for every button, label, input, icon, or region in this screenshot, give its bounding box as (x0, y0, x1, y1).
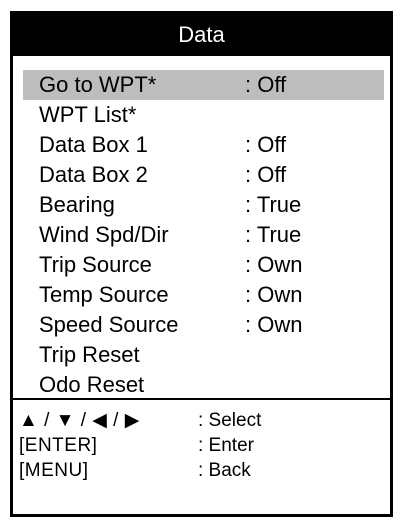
menu-item-trip-reset[interactable]: Trip Reset (23, 340, 384, 370)
menu-item-value: : Own (245, 282, 303, 307)
menu-item-data-box-1[interactable]: Data Box 1 : Off (23, 130, 384, 160)
menu-item-label: Go to WPT* (39, 72, 157, 97)
menu-item-label: Data Box 2 (39, 162, 148, 187)
menu-item-label: Temp Source (39, 282, 169, 307)
menu-item-wpt-list[interactable]: WPT List* (23, 100, 384, 130)
help-row-select: ▲ / ▼ / ◀ / ▶ : Select (19, 408, 390, 433)
menu-item-label: Trip Reset (39, 342, 140, 367)
help-action: : Back (198, 460, 251, 481)
menu-item-bearing[interactable]: Bearing : True (23, 190, 384, 220)
menu-item-value: : Off (245, 162, 287, 187)
help-row-enter: [ENTER] : Enter (19, 433, 390, 458)
help-key: [ENTER] (19, 435, 98, 456)
menu-item-label: Speed Source (39, 312, 179, 337)
help-row-menu: [MENU] : Back (19, 458, 390, 483)
menu-item-go-to-wpt[interactable]: Go to WPT* : Off (23, 70, 384, 100)
data-menu-window: Data Go to WPT* : Off WPT List* Data Box… (10, 11, 393, 517)
help-panel: ▲ / ▼ / ◀ / ▶ : Select [ENTER] : Enter [… (13, 400, 390, 483)
menu-item-label: Data Box 1 (39, 132, 148, 157)
menu-item-label: Bearing (39, 192, 115, 217)
arrow-keys-icon: ▲ / ▼ / ◀ / ▶ (19, 410, 140, 431)
menu-item-value: : Off (245, 132, 287, 157)
menu-item-value: : True (245, 192, 302, 217)
menu-item-wind-spd-dir[interactable]: Wind Spd/Dir : True (23, 220, 384, 250)
menu-item-label: Odo Reset (39, 372, 145, 397)
help-action: : Enter (198, 435, 254, 456)
menu-item-speed-source[interactable]: Speed Source : Own (23, 310, 384, 340)
help-key: [MENU] (19, 460, 89, 481)
menu-list: Go to WPT* : Off WPT List* Data Box 1 : … (13, 56, 390, 398)
menu-item-trip-source[interactable]: Trip Source : Own (23, 250, 384, 280)
menu-item-label: WPT List* (39, 102, 137, 127)
menu-item-value: : Off (245, 72, 287, 97)
menu-item-temp-source[interactable]: Temp Source : Own (23, 280, 384, 310)
menu-item-value: : Own (245, 252, 303, 277)
menu-title: Data (13, 14, 390, 56)
menu-item-label: Wind Spd/Dir (39, 222, 169, 247)
menu-item-label: Trip Source (39, 252, 152, 277)
help-action: : Select (198, 410, 262, 431)
menu-item-data-box-2[interactable]: Data Box 2 : Off (23, 160, 384, 190)
menu-item-value: : True (245, 222, 302, 247)
menu-item-odo-reset[interactable]: Odo Reset (23, 370, 384, 400)
menu-item-value: : Own (245, 312, 303, 337)
